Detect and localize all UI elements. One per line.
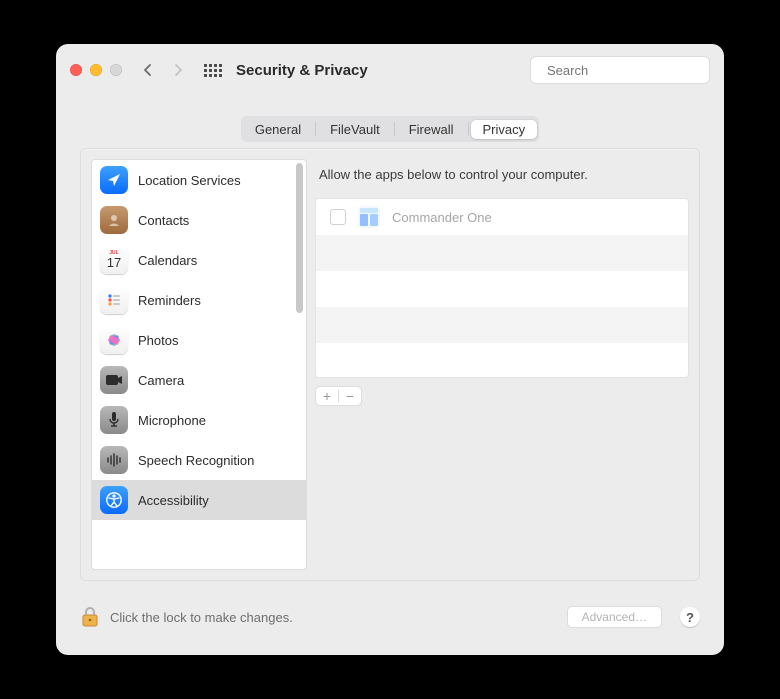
sidebar-item-label: Microphone [138, 413, 206, 428]
microphone-icon [100, 406, 128, 434]
sidebar-scrollbar[interactable] [292, 160, 306, 320]
titlebar: Security & Privacy [56, 44, 724, 96]
accessibility-icon [100, 486, 128, 514]
sidebar-item-label: Contacts [138, 213, 189, 228]
forward-icon[interactable] [172, 64, 184, 76]
app-row-empty [316, 235, 688, 271]
category-sidebar: Location Services Contacts JUL 17 Calend… [91, 159, 307, 570]
location-icon [100, 166, 128, 194]
sidebar-item-label: Accessibility [138, 493, 209, 508]
sidebar-item-reminders[interactable]: Reminders [92, 280, 306, 320]
sidebar-item-photos[interactable]: Photos [92, 320, 306, 360]
remove-button[interactable]: − [339, 388, 361, 404]
advanced-button[interactable]: Advanced… [567, 606, 662, 628]
lock-icon[interactable] [80, 605, 100, 629]
tab-filevault[interactable]: FileVault [318, 120, 392, 139]
app-name: Commander One [392, 210, 492, 225]
sidebar-item-microphone[interactable]: Microphone [92, 400, 306, 440]
footer: Click the lock to make changes. Advanced… [80, 601, 700, 633]
photos-icon [100, 326, 128, 354]
sidebar-item-location-services[interactable]: Location Services [92, 160, 306, 200]
tabs: General FileVault Firewall Privacy [56, 116, 724, 142]
show-all-icon[interactable] [204, 64, 222, 77]
speech-recognition-icon [100, 446, 128, 474]
sidebar-item-camera[interactable]: Camera [92, 360, 306, 400]
app-icon [356, 204, 382, 230]
zoom-icon[interactable] [110, 64, 122, 76]
prefs-window: Security & Privacy General FileVault Fir… [56, 44, 724, 655]
app-row-empty [316, 271, 688, 307]
contacts-icon [100, 206, 128, 234]
sidebar-item-label: Speech Recognition [138, 453, 254, 468]
content-hint: Allow the apps below to control your com… [315, 159, 689, 190]
search-field[interactable] [545, 62, 724, 79]
add-remove-buttons: + − [315, 386, 362, 406]
search-input[interactable] [530, 56, 710, 84]
camera-icon [100, 366, 128, 394]
close-icon[interactable] [70, 64, 82, 76]
sidebar-item-label: Calendars [138, 253, 197, 268]
content-area: Allow the apps below to control your com… [315, 159, 689, 570]
tab-firewall[interactable]: Firewall [397, 120, 466, 139]
sidebar-item-accessibility[interactable]: Accessibility [92, 480, 306, 520]
minimize-icon[interactable] [90, 64, 102, 76]
nav-arrows [142, 64, 184, 76]
window-title: Security & Privacy [236, 62, 368, 79]
main-panel: Location Services Contacts JUL 17 Calend… [80, 148, 700, 581]
help-button[interactable]: ? [680, 607, 700, 627]
app-row[interactable]: Commander One [316, 199, 688, 235]
app-row-empty [316, 307, 688, 343]
sidebar-item-label: Camera [138, 373, 184, 388]
back-icon[interactable] [142, 64, 154, 76]
sidebar-item-label: Location Services [138, 173, 241, 188]
calendar-day: 17 [102, 256, 126, 269]
reminders-icon [100, 286, 128, 314]
sidebar-item-label: Photos [138, 333, 178, 348]
tab-privacy[interactable]: Privacy [471, 120, 538, 139]
window-controls [70, 64, 122, 76]
calendar-icon: JUL 17 [100, 246, 128, 274]
sidebar-item-calendars[interactable]: JUL 17 Calendars [92, 240, 306, 280]
app-checkbox[interactable] [330, 209, 346, 225]
tab-general[interactable]: General [243, 120, 313, 139]
app-row-empty [316, 343, 688, 378]
sidebar-item-contacts[interactable]: Contacts [92, 200, 306, 240]
app-list: Commander One [315, 198, 689, 378]
add-button[interactable]: + [316, 388, 338, 404]
lock-text: Click the lock to make changes. [110, 610, 293, 625]
sidebar-item-speech-recognition[interactable]: Speech Recognition [92, 440, 306, 480]
sidebar-item-label: Reminders [138, 293, 201, 308]
